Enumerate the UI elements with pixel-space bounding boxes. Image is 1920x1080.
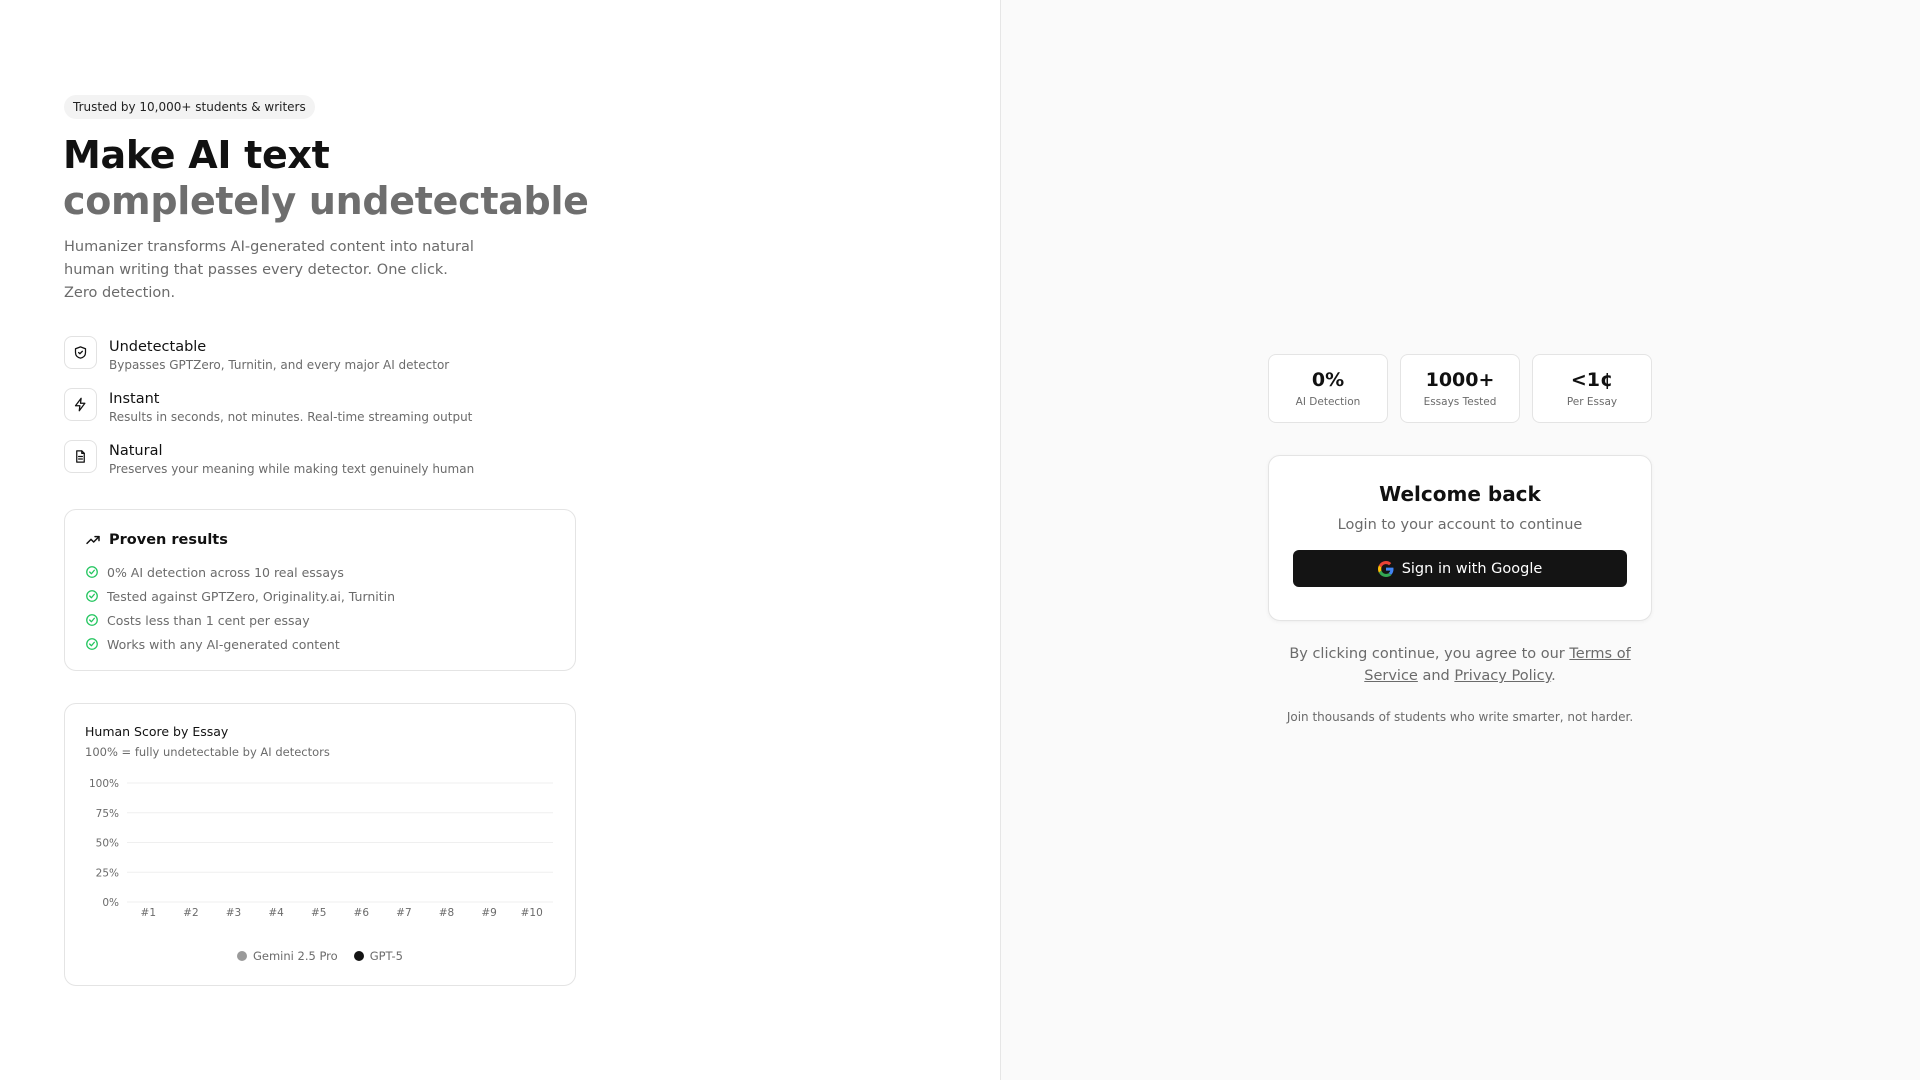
proven-item: Costs less than 1 cent per essay bbox=[85, 608, 555, 632]
stat-label: Per Essay bbox=[1566, 396, 1618, 408]
shield-check-icon bbox=[64, 336, 97, 369]
trust-badge: Trusted by 10,000+ students & writers bbox=[64, 95, 315, 119]
feature-list: Undetectable Bypasses GPTZero, Turnitin,… bbox=[64, 336, 474, 492]
legend-swatch bbox=[353, 951, 364, 961]
x-tick-label: #2 bbox=[183, 907, 198, 919]
feature-title: Natural bbox=[109, 443, 163, 459]
x-tick-label: #9 bbox=[481, 907, 496, 919]
marketing-panel: Trusted by 10,000+ students & writers Ma… bbox=[0, 0, 1000, 1080]
y-tick-label: 0% bbox=[102, 897, 119, 909]
legend-label: Gemini 2.5 Pro bbox=[252, 949, 338, 963]
proven-item: 0% AI detection across 10 real essays bbox=[85, 560, 555, 584]
privacy-policy-link[interactable]: Privacy Policy bbox=[1454, 668, 1551, 684]
check-circle-icon bbox=[86, 590, 98, 602]
y-tick-label: 100% bbox=[89, 778, 119, 790]
x-tick-label: #5 bbox=[311, 907, 326, 919]
x-tick-label: #8 bbox=[439, 907, 454, 919]
join-tagline: Join thousands of students who write sma… bbox=[1286, 710, 1634, 724]
x-tick-label: #10 bbox=[521, 907, 543, 919]
hero-title: Make AI text completely undetectable bbox=[63, 132, 589, 224]
stat-value: 0% bbox=[1311, 369, 1345, 391]
y-tick-label: 75% bbox=[96, 808, 119, 820]
hero-title-line2: completely undetectable bbox=[63, 179, 589, 223]
stat-value: <1¢ bbox=[1570, 369, 1614, 391]
proven-results-card: Proven results 0% AI detection across 10… bbox=[64, 509, 576, 671]
check-circle-icon bbox=[86, 566, 98, 578]
proven-results-title: Proven results bbox=[109, 532, 228, 548]
document-icon bbox=[64, 440, 97, 473]
login-subtitle: Login to your account to continue bbox=[1337, 517, 1583, 533]
proven-item-text: 0% AI detection across 10 real essays bbox=[107, 564, 344, 580]
legend-label: GPT-5 bbox=[369, 949, 403, 963]
x-tick-label: #1 bbox=[141, 907, 156, 919]
stat-ai-detection: 0% AI Detection bbox=[1268, 354, 1388, 423]
terms-middle: and bbox=[1417, 668, 1455, 684]
stat-per-essay: <1¢ Per Essay bbox=[1532, 354, 1652, 423]
google-icon bbox=[1377, 560, 1394, 577]
proven-item-text: Tested against GPTZero, Originality.ai, … bbox=[107, 588, 396, 604]
y-tick-label: 25% bbox=[96, 867, 119, 879]
stat-essays-tested: 1000+ Essays Tested bbox=[1400, 354, 1520, 423]
stat-label: AI Detection bbox=[1295, 396, 1361, 408]
proven-item: Tested against GPTZero, Originality.ai, … bbox=[85, 584, 555, 608]
stat-value: 1000+ bbox=[1425, 369, 1495, 391]
proven-item-text: Costs less than 1 cent per essay bbox=[107, 612, 310, 628]
feature-undetectable: Undetectable Bypasses GPTZero, Turnitin,… bbox=[64, 336, 474, 388]
google-sign-in-button[interactable]: Sign in with Google bbox=[1293, 550, 1627, 587]
legend-swatch bbox=[236, 951, 247, 961]
proven-item-text: Works with any AI-generated content bbox=[107, 636, 340, 652]
trending-up-icon bbox=[86, 535, 100, 545]
x-tick-label: #6 bbox=[354, 907, 370, 919]
terms-suffix: . bbox=[1551, 668, 1556, 684]
proven-results-heading: Proven results bbox=[85, 532, 555, 548]
feature-title: Undetectable bbox=[109, 339, 207, 355]
legend-item: GPT-5 bbox=[353, 949, 403, 963]
hero-title-line1: Make AI text bbox=[63, 133, 330, 177]
lightning-icon bbox=[64, 388, 97, 421]
feature-title: Instant bbox=[109, 391, 160, 407]
y-tick-label: 50% bbox=[96, 838, 119, 850]
login-title: Welcome back bbox=[1379, 482, 1541, 506]
stats-row: 0% AI Detection 1000+ Essays Tested <1¢ … bbox=[1268, 354, 1652, 423]
google-sign-in-label: Sign in with Google bbox=[1401, 560, 1543, 577]
feature-description: Bypasses GPTZero, Turnitin, and every ma… bbox=[109, 358, 450, 372]
feature-description: Preserves your meaning while making text… bbox=[109, 462, 475, 476]
feature-description: Results in seconds, not minutes. Real-ti… bbox=[109, 410, 473, 424]
hero-description: Humanizer transforms AI-generated conten… bbox=[64, 239, 474, 301]
check-circle-icon bbox=[86, 614, 98, 626]
x-tick-label: #4 bbox=[268, 907, 284, 919]
stat-label: Essays Tested bbox=[1423, 396, 1497, 408]
terms-prefix: By clicking continue, you agree to our bbox=[1289, 646, 1570, 662]
x-tick-label: #7 bbox=[396, 907, 411, 919]
human-score-chart: 100% 75% 50% 25% 0% #1 #2 #3 #4 #5 #6 #7 #8 #9 #10 bbox=[89, 778, 553, 919]
check-circle-icon bbox=[86, 638, 98, 650]
login-card: Welcome back Login to your account to co… bbox=[1268, 455, 1652, 621]
legend-item: Gemini 2.5 Pro bbox=[236, 949, 338, 963]
x-tick-label: #3 bbox=[226, 907, 241, 919]
proven-item: Works with any AI-generated content bbox=[85, 632, 555, 656]
terms-notice: By clicking continue, you agree to our T… bbox=[1268, 643, 1652, 687]
chart-legend: Gemini 2.5 Pro GPT-5 bbox=[65, 949, 575, 963]
feature-natural: Natural Preserves your meaning while mak… bbox=[64, 440, 474, 492]
human-score-chart-card: Human Score by Essay 100% = fully undete… bbox=[64, 703, 576, 986]
feature-instant: Instant Results in seconds, not minutes.… bbox=[64, 388, 474, 440]
